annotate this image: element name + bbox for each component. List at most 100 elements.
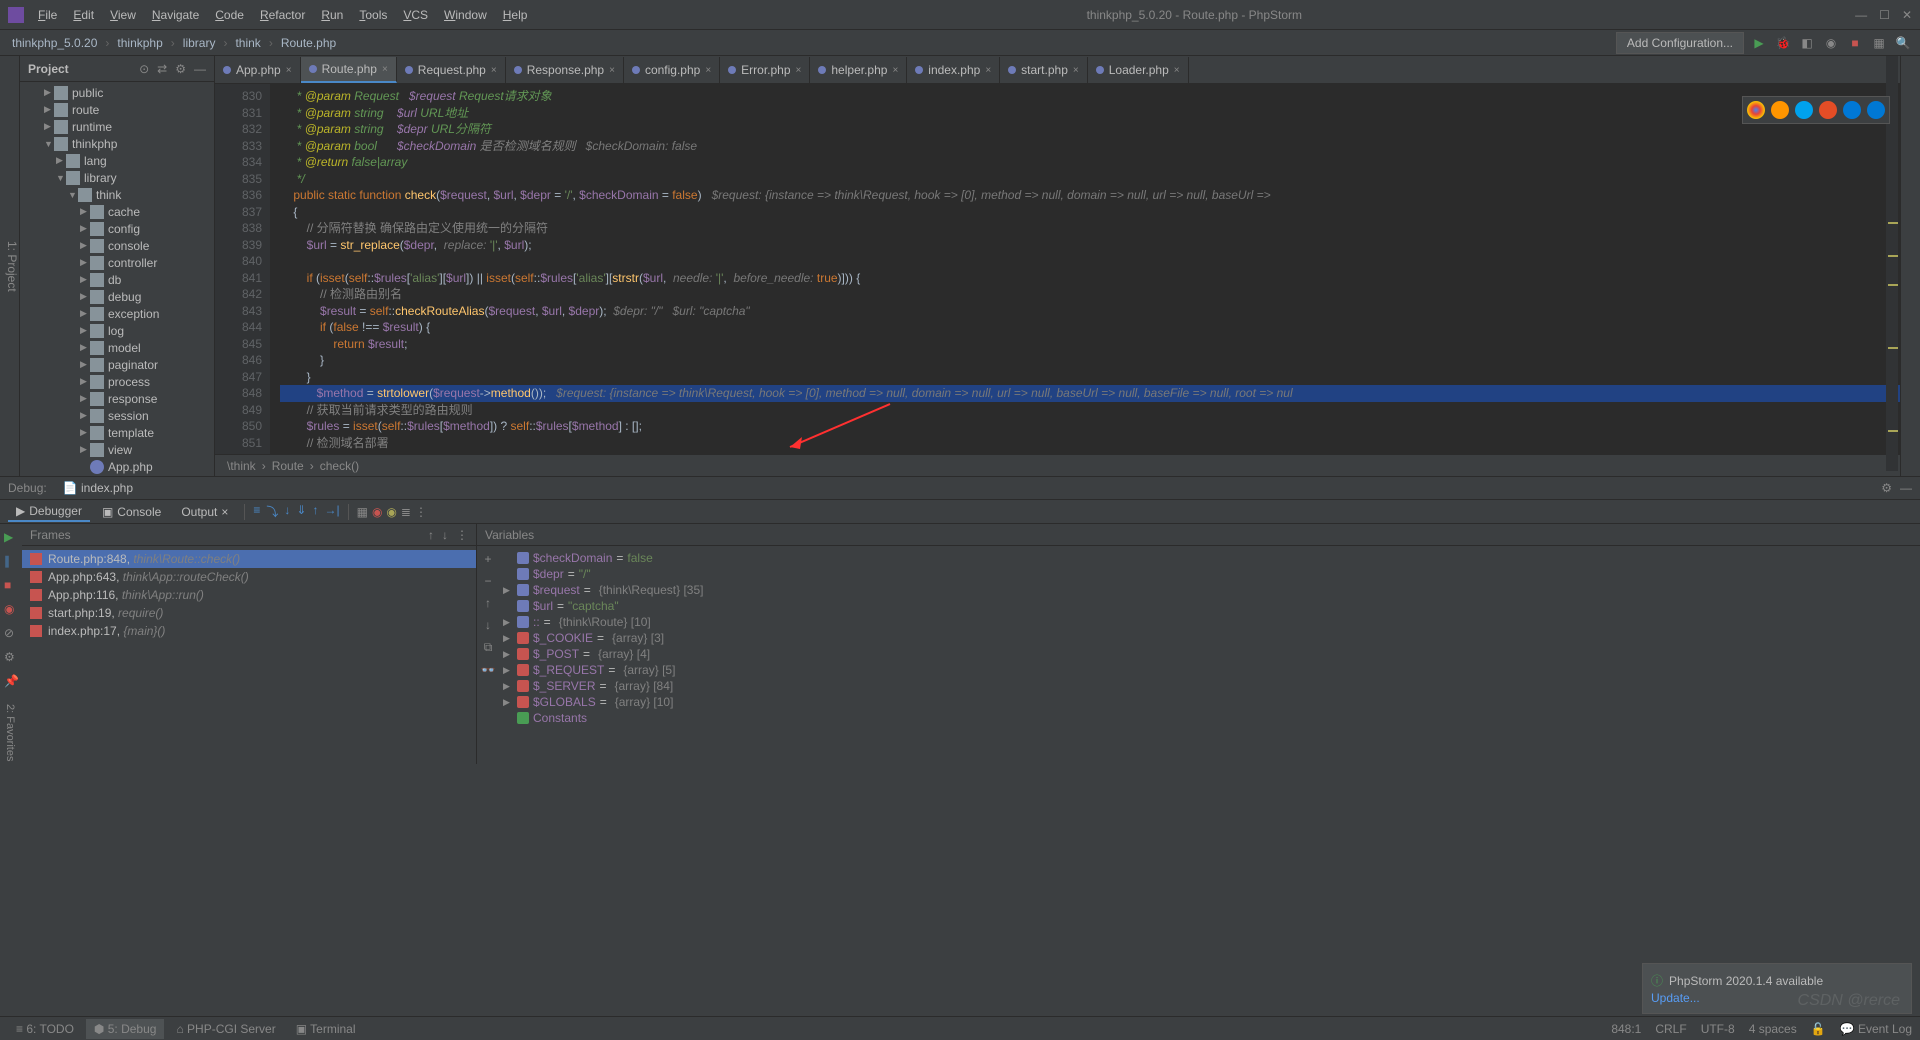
- tree-item[interactable]: ▶controller: [20, 254, 214, 271]
- tree-item[interactable]: ▶config: [20, 220, 214, 237]
- hide-icon[interactable]: —: [194, 62, 206, 76]
- menu-view[interactable]: View: [104, 4, 142, 26]
- lock-icon[interactable]: 🔓: [1811, 1022, 1826, 1036]
- select-opened-icon[interactable]: ⊙: [139, 62, 149, 76]
- menu-help[interactable]: Help: [497, 4, 534, 26]
- bottom-tab[interactable]: ⌂ PHP-CGI Server: [168, 1019, 283, 1039]
- project-tool-tab[interactable]: 1: Project: [5, 64, 19, 468]
- show-exec-icon[interactable]: ≡: [253, 503, 260, 520]
- debug-settings-icon[interactable]: ⚙: [1881, 481, 1892, 495]
- var-row[interactable]: ▶:: = {think\Route} [10]: [499, 614, 1920, 630]
- down-icon[interactable]: ↓: [485, 618, 491, 632]
- update-link[interactable]: Update...: [1651, 991, 1903, 1005]
- debug-config-tab[interactable]: 📄 index.php: [57, 479, 139, 497]
- bottom-tab[interactable]: ⬢ 5: Debug: [86, 1019, 165, 1039]
- tree-item[interactable]: ▶process: [20, 373, 214, 390]
- safari-icon[interactable]: [1795, 101, 1813, 119]
- frame-row[interactable]: App.php:116, think\App::run(): [22, 586, 476, 604]
- step-out-icon[interactable]: ↑: [312, 503, 318, 520]
- bc-class[interactable]: Route: [272, 459, 304, 473]
- menu-tools[interactable]: Tools: [353, 4, 393, 26]
- stop-icon[interactable]: ■: [1846, 34, 1864, 52]
- tree-item[interactable]: ▶public: [20, 84, 214, 101]
- var-row[interactable]: $checkDomain = false: [499, 550, 1920, 566]
- crumb[interactable]: Route.php: [277, 36, 340, 50]
- favorites-tool-tab[interactable]: 2: Favorites: [0, 700, 20, 765]
- tree-item[interactable]: ▶runtime: [20, 118, 214, 135]
- remove-watch-icon[interactable]: −: [484, 574, 491, 588]
- output-tab[interactable]: Output ×: [173, 503, 236, 521]
- menu-file[interactable]: File: [32, 4, 63, 26]
- view-bp-icon[interactable]: ◉: [4, 602, 18, 616]
- encoding[interactable]: UTF-8: [1701, 1022, 1735, 1036]
- editor-tab[interactable]: Loader.php×: [1088, 57, 1189, 83]
- line-sep[interactable]: CRLF: [1655, 1022, 1686, 1036]
- tree-item[interactable]: ▶view: [20, 441, 214, 458]
- tree-item[interactable]: ▶paginator: [20, 356, 214, 373]
- coverage-icon[interactable]: ◧: [1798, 34, 1816, 52]
- indent[interactable]: 4 spaces: [1749, 1022, 1797, 1036]
- code-editor[interactable]: * @param Request $request Request请求对象 * …: [270, 84, 1900, 454]
- event-log[interactable]: 💬 Event Log: [1840, 1022, 1912, 1036]
- frame-up-icon[interactable]: ↑: [428, 528, 434, 542]
- var-row[interactable]: ▶$_COOKIE = {array} [3]: [499, 630, 1920, 646]
- crumb[interactable]: thinkphp_5.0.20: [8, 36, 101, 50]
- var-row[interactable]: ▶$GLOBALS = {array} [10]: [499, 694, 1920, 710]
- frame-row[interactable]: App.php:643, think\App::routeCheck(): [22, 568, 476, 586]
- tree-item[interactable]: ▶exception: [20, 305, 214, 322]
- add-configuration-button[interactable]: Add Configuration...: [1616, 32, 1744, 54]
- tree-item[interactable]: ▶console: [20, 237, 214, 254]
- settings-icon[interactable]: ⚙: [175, 62, 186, 76]
- frame-row[interactable]: start.php:19, require(): [22, 604, 476, 622]
- settings-dbg-icon[interactable]: ⚙: [4, 650, 18, 664]
- tree-item[interactable]: ▶template: [20, 424, 214, 441]
- run-to-cursor-icon[interactable]: →|: [324, 503, 339, 520]
- editor-tab[interactable]: index.php×: [907, 57, 1000, 83]
- variables-list[interactable]: $checkDomain = false$depr = "/"▶$request…: [499, 546, 1920, 764]
- menu-refactor[interactable]: Refactor: [254, 4, 311, 26]
- console-tab[interactable]: ▣ Console: [94, 503, 169, 521]
- frame-row[interactable]: index.php:17, {main}(): [22, 622, 476, 640]
- editor-tab[interactable]: config.php×: [624, 57, 720, 83]
- opera-icon[interactable]: [1819, 101, 1837, 119]
- tree-item[interactable]: ▶session: [20, 407, 214, 424]
- tree-item[interactable]: ▶response: [20, 390, 214, 407]
- edge-icon[interactable]: [1867, 101, 1885, 119]
- maximize-icon[interactable]: ☐: [1879, 8, 1890, 22]
- chrome-icon[interactable]: [1747, 101, 1765, 119]
- glasses-icon[interactable]: 👓: [481, 663, 496, 677]
- bc-method[interactable]: check(): [320, 459, 359, 473]
- list-icon[interactable]: ≣: [401, 505, 411, 519]
- var-row[interactable]: ▶$_POST = {array} [4]: [499, 646, 1920, 662]
- tree-item[interactable]: ▶log: [20, 322, 214, 339]
- tree-item[interactable]: ▶route: [20, 101, 214, 118]
- bottom-tab[interactable]: ≡ 6: TODO: [8, 1019, 82, 1039]
- resume-icon[interactable]: ▶: [4, 530, 18, 544]
- search-icon[interactable]: 🔍: [1894, 34, 1912, 52]
- bc-ns[interactable]: \think: [227, 459, 256, 473]
- up-icon[interactable]: ↑: [485, 596, 491, 610]
- tree-item[interactable]: ▶debug: [20, 288, 214, 305]
- pause-icon[interactable]: ∥: [4, 554, 18, 568]
- tree-item[interactable]: ▶lang: [20, 152, 214, 169]
- tree-item[interactable]: ▼thinkphp: [20, 135, 214, 152]
- var-row[interactable]: ▶$_SERVER = {array} [84]: [499, 678, 1920, 694]
- add-watch-icon[interactable]: +: [484, 552, 491, 566]
- project-tree[interactable]: ▶public▶route▶runtime▼thinkphp▶lang▼libr…: [20, 82, 214, 476]
- profile-icon[interactable]: ◉: [1822, 34, 1840, 52]
- expand-icon[interactable]: ⇄: [157, 62, 167, 76]
- menu-window[interactable]: Window: [438, 4, 493, 26]
- var-row[interactable]: ▶$_REQUEST = {array} [5]: [499, 662, 1920, 678]
- stop-debug-icon[interactable]: ■: [4, 578, 18, 592]
- mute-icon[interactable]: ◉: [386, 505, 396, 519]
- firefox-icon[interactable]: [1771, 101, 1789, 119]
- step-into-icon[interactable]: ↓: [284, 503, 290, 520]
- tree-item[interactable]: Build.php: [20, 475, 214, 476]
- editor-tab[interactable]: Request.php×: [397, 57, 506, 83]
- tree-item[interactable]: App.php: [20, 458, 214, 475]
- ie-icon[interactable]: [1843, 101, 1861, 119]
- tree-item[interactable]: ▶db: [20, 271, 214, 288]
- debugger-tab[interactable]: ▶ Debugger: [8, 502, 90, 522]
- watch-icon[interactable]: ◉: [372, 505, 382, 519]
- frames-list[interactable]: Route.php:848, think\Route::check()App.p…: [22, 546, 476, 764]
